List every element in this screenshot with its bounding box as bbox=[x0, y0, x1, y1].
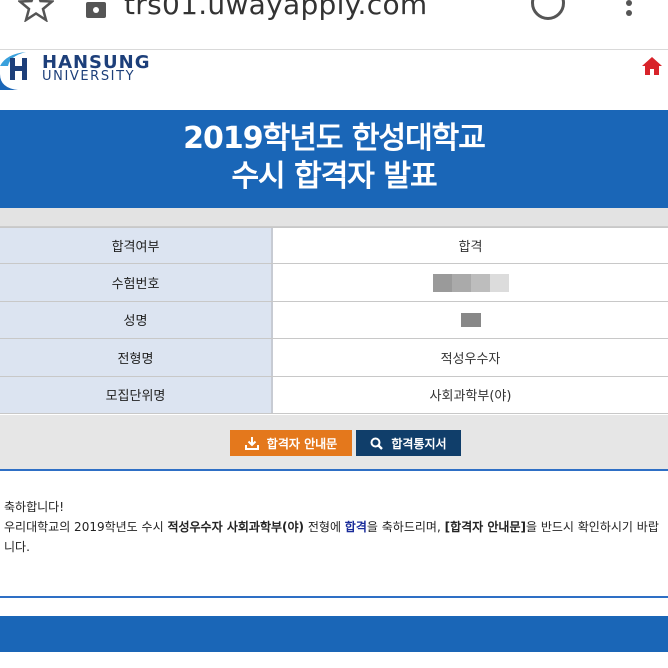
title-banner: 2019학년도 한성대학교 수시 합격자 발표 bbox=[0, 110, 668, 208]
tabs-circle-icon[interactable] bbox=[531, 0, 565, 20]
greeting-text: 축하합니다! bbox=[4, 500, 65, 514]
row-label-admission-type: 전형명 bbox=[0, 339, 273, 376]
message-track: 적성우수자 bbox=[167, 520, 223, 534]
acceptance-letter-button[interactable]: 합격통지서 bbox=[356, 430, 461, 456]
search-icon bbox=[370, 437, 384, 450]
message-part-1: 우리대학교의 2019학년도 수시 bbox=[4, 520, 168, 534]
admission-guide-label: 합격자 안내문 bbox=[266, 436, 338, 451]
admission-guide-button[interactable]: 합격자 안내문 bbox=[230, 430, 352, 456]
table-row: 전형명 적성우수자 bbox=[0, 339, 668, 377]
congratulation-message: 축하합니다! 우리대학교의 2019학년도 수시 적성우수자 사회과학부(야) … bbox=[4, 497, 668, 557]
table-row: 수험번호 bbox=[0, 264, 668, 302]
hansung-logo-icon[interactable] bbox=[0, 52, 36, 90]
row-label-exam-number: 수험번호 bbox=[0, 264, 273, 301]
message-body: 우리대학교의 2019학년도 수시 적성우수자 사회과학부(야) 전형에 합격을… bbox=[4, 517, 668, 557]
message-part-3: 을 축하드리며, bbox=[366, 520, 445, 534]
row-value-pass-status: 합격 bbox=[273, 228, 668, 264]
star-icon[interactable] bbox=[18, 0, 54, 22]
acceptance-letter-label: 합격통지서 bbox=[391, 436, 447, 451]
button-area: 합격자 안내문 합격통지서 bbox=[0, 415, 668, 471]
browser-address-bar: trs01.uwayapply.com bbox=[0, 0, 668, 50]
row-value-exam-number bbox=[273, 264, 668, 301]
section-divider bbox=[0, 208, 668, 227]
home-icon[interactable] bbox=[641, 56, 663, 76]
table-row: 합격여부 합격 bbox=[0, 227, 668, 265]
site-header: HANSUNG UNIVERSITY bbox=[0, 50, 668, 110]
row-value-admission-type: 적성우수자 bbox=[273, 339, 668, 376]
content-divider bbox=[0, 596, 668, 598]
result-table: 합격여부 합격 수험번호 성명 전형명 적성우수자 모집단위명 사회과학부(야) bbox=[0, 227, 668, 414]
more-menu-icon[interactable] bbox=[624, 0, 634, 22]
footer-bar bbox=[0, 616, 668, 652]
table-row: 성명 bbox=[0, 301, 668, 340]
redacted-exam-number bbox=[432, 273, 509, 292]
page-title-line2: 수시 합격자 발표 bbox=[231, 159, 437, 194]
row-label-name: 성명 bbox=[0, 301, 273, 339]
message-part-2: 전형에 bbox=[304, 520, 345, 534]
logo-text-university: UNIVERSITY bbox=[42, 69, 136, 84]
lock-icon bbox=[86, 2, 106, 18]
download-icon bbox=[244, 437, 259, 450]
redacted-name bbox=[460, 312, 481, 327]
row-value-department: 사회과학부(야) bbox=[273, 376, 668, 413]
row-label-pass-status: 합격여부 bbox=[0, 228, 273, 264]
url-text[interactable]: trs01.uwayapply.com bbox=[124, 0, 427, 21]
message-dept: 사회과학부(야) bbox=[226, 520, 305, 534]
row-value-name bbox=[273, 301, 668, 339]
row-label-department: 모집단위명 bbox=[0, 376, 273, 413]
page-title-line1: 2019학년도 한성대학교 bbox=[183, 121, 486, 156]
table-row: 모집단위명 사회과학부(야) bbox=[0, 376, 668, 414]
message-result: 합격 bbox=[344, 520, 367, 534]
message-guide-ref: [합격자 안내문] bbox=[444, 520, 526, 534]
